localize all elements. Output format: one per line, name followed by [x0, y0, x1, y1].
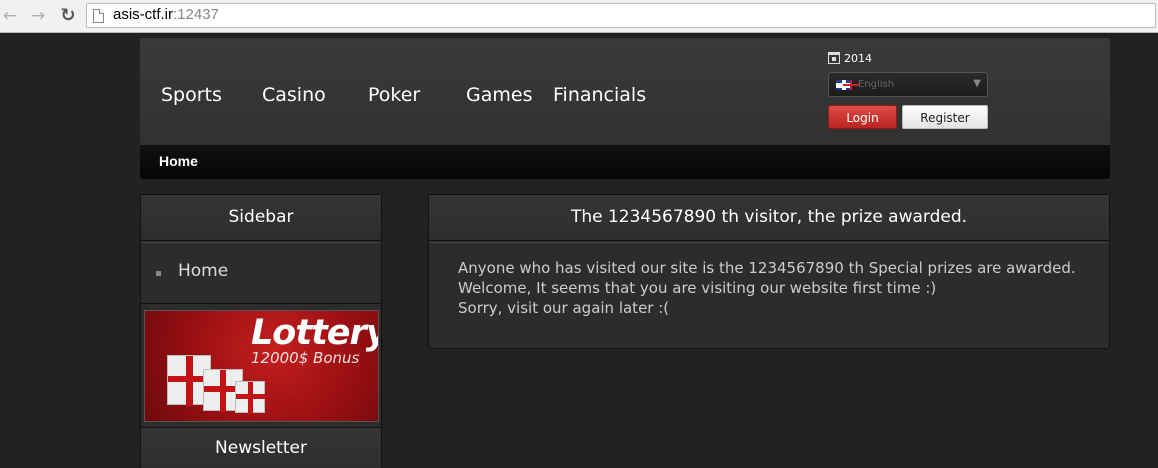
- sidebar-item-home[interactable]: Home: [141, 243, 381, 304]
- newsletter-title: Newsletter: [141, 427, 381, 468]
- url-host: asis-ctf.ir: [113, 6, 173, 23]
- chevron-down-icon: ▼: [973, 78, 981, 89]
- banner-title: Lottery: [251, 313, 379, 353]
- uk-flag-cross: [843, 80, 859, 90]
- content-line: Welcome, It seems that you are visiting …: [458, 279, 937, 297]
- sidebar: Sidebar Home Lottery 12000$ Bonus Newsle…: [140, 194, 382, 468]
- menu-item-games[interactable]: Games: [466, 84, 532, 106]
- menu-item-poker[interactable]: Poker: [368, 84, 420, 106]
- page-title: The 1234567890 th visitor, the prize awa…: [429, 195, 1109, 241]
- menu-item-sports[interactable]: Sports: [161, 84, 222, 106]
- forward-arrow-icon[interactable]: →: [28, 6, 48, 26]
- banner-bonus: 12000$ Bonus: [251, 349, 360, 367]
- url-text: asis-ctf.ir:12437: [113, 6, 219, 23]
- reload-icon[interactable]: ↻: [58, 6, 78, 26]
- divider: [429, 242, 1109, 243]
- page-icon: [93, 9, 104, 23]
- url-port: :12437: [173, 6, 219, 23]
- gift-ribbon: [236, 394, 266, 399]
- year-label: 2014: [844, 52, 872, 65]
- site-header: Sports Casino Poker Games Financials 201…: [140, 38, 1110, 145]
- browser-toolbar: ← → ↻ asis-ctf.ir:12437: [0, 0, 1158, 33]
- nav-home-link[interactable]: Home: [159, 153, 198, 169]
- breadcrumb-bar: Home: [140, 145, 1110, 179]
- address-bar[interactable]: asis-ctf.ir:12437: [86, 3, 1156, 28]
- sidebar-title: Sidebar: [141, 195, 381, 241]
- menu-item-financials[interactable]: Financials: [553, 84, 646, 106]
- bullet-icon: [156, 271, 161, 276]
- content-line: Sorry, visit our again later :(: [458, 299, 670, 317]
- back-arrow-icon[interactable]: ←: [0, 6, 20, 26]
- register-button[interactable]: Register: [902, 105, 988, 129]
- language-label: English: [858, 79, 895, 90]
- calendar-icon: [828, 52, 840, 64]
- login-button[interactable]: Login: [828, 105, 897, 129]
- gift-box-icon: [235, 381, 266, 414]
- menu-item-casino[interactable]: Casino: [262, 84, 326, 106]
- date-display: 2014: [828, 52, 872, 65]
- content-line: Anyone who has visited our site is the 1…: [458, 259, 1076, 277]
- sidebar-item-label: Home: [178, 261, 229, 281]
- lottery-banner[interactable]: Lottery 12000$ Bonus: [144, 310, 379, 422]
- language-select[interactable]: English ▼: [828, 72, 988, 97]
- main-content-panel: The 1234567890 th visitor, the prize awa…: [428, 194, 1110, 349]
